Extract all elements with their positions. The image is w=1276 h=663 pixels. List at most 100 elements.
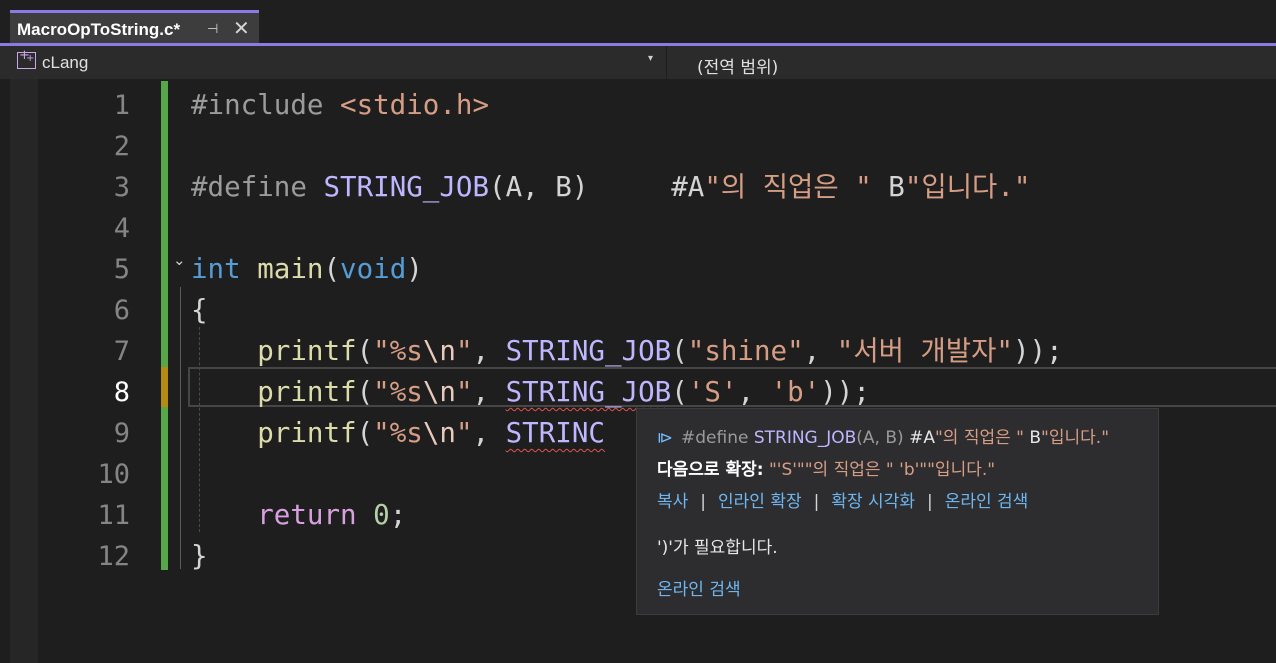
punct: ( [323, 253, 341, 285]
string-literal: "입니다." [904, 171, 1031, 203]
keyword-return: return [257, 499, 357, 531]
code-line[interactable]: int main(void) [191, 249, 1063, 290]
string-literal: "의 직업은 " [704, 171, 872, 203]
change-tracking-bar [161, 81, 168, 570]
punct: ( [671, 376, 688, 408]
line-number-gutter: 1 2 3 4 5 6 7 8 9 10 11 12 [60, 85, 130, 577]
define-keyword: #define [681, 428, 754, 448]
brace-open: { [191, 294, 208, 326]
line-number: 6 [113, 295, 130, 326]
punct: ( [356, 335, 374, 367]
macro-name: STRING_JOB [323, 171, 490, 203]
inline-expand-link[interactable]: 인라인 확장 [718, 492, 802, 512]
copy-link[interactable]: 복사 [657, 492, 688, 512]
keyword-int: int [191, 253, 241, 285]
keyword-void: void [340, 253, 407, 285]
line-number: 4 [113, 213, 130, 244]
punct: ( [356, 376, 374, 408]
char-literal: 'S' [687, 376, 738, 408]
macro-expansion: 다음으로 확장: "'S'""의 직업은 " 'b'""입니다." [657, 455, 995, 480]
function-call: printf [257, 376, 357, 408]
macro-params: (A, B) [856, 428, 910, 448]
chevron-down-icon[interactable]: ▾ [648, 53, 653, 64]
stringize-a: #A [909, 428, 935, 448]
directive-define: #define [191, 171, 307, 203]
search-online-link[interactable]: 온라인 검색 [657, 580, 741, 600]
punct: )); [820, 376, 870, 408]
format-string: "%s [373, 417, 423, 449]
error-message: ')'가 필요합니다. [657, 538, 778, 558]
tab-strip: MacroOpToString.c* ⊣ ✕ [0, 0, 1276, 46]
punct: )); [1012, 335, 1063, 367]
line-number-active: 8 [113, 377, 130, 408]
escape-sequence: \n [422, 417, 456, 449]
escape-sequence: \n [422, 376, 456, 408]
escape-sequence: \n [422, 335, 456, 367]
macro-definition: ⧐ #define STRING_JOB(A, B) #A"의 직업은 " B"입… [657, 423, 1109, 448]
punct: ) [406, 253, 423, 285]
action-separator: | [700, 492, 707, 512]
macro-call-error[interactable]: STRING_JOB [506, 376, 672, 408]
macro-icon: ⧐ [657, 428, 673, 447]
punct: , [472, 335, 506, 367]
quick-info-tooltip: ⧐ #define STRING_JOB(A, B) #A"의 직업은 " B"입… [636, 408, 1159, 615]
punct: , [803, 335, 837, 367]
expansion-value: "'S'""의 직업은 " 'b'""입니다." [763, 460, 996, 480]
string-literal: "입니다." [1041, 428, 1110, 448]
include-header: <stdio.h> [340, 89, 490, 121]
macro-call: STRING_JOB [505, 335, 672, 367]
char-literal: 'b' [770, 376, 821, 408]
project-icon [17, 48, 36, 69]
string-literal: "shine" [687, 335, 804, 367]
punct: ( [671, 335, 688, 367]
code-line[interactable]: #include <stdio.h> [191, 85, 1063, 126]
code-line[interactable]: #define STRING_JOB(A, B) #A"의 직업은 " B"입니… [191, 167, 1063, 208]
line-number: 12 [97, 541, 130, 572]
error-search-online-link[interactable]: 온라인 검색 [657, 575, 741, 600]
format-string: "%s [373, 335, 423, 367]
line-number: 5 [113, 254, 130, 285]
expansion-label: 다음으로 확장: [657, 460, 764, 480]
line-number: 3 [113, 172, 130, 203]
string-literal: "서버 개발자" [836, 335, 1013, 367]
action-separator: | [813, 492, 820, 512]
tab-macro-op-to-string[interactable]: MacroOpToString.c* ⊣ ✕ [10, 10, 259, 46]
string-literal: "의 직업은 " [934, 428, 1024, 448]
format-string: " [455, 417, 473, 449]
format-string: " [455, 335, 473, 367]
close-icon[interactable]: ✕ [233, 16, 250, 40]
project-selector[interactable]: cLang [42, 53, 88, 73]
code-line[interactable]: { [191, 290, 1063, 331]
navigation-bar: cLang ▾ (전역 범위) [0, 46, 1276, 79]
search-online-link[interactable]: 온라인 검색 [945, 492, 1029, 512]
code-line[interactable]: printf("%s\n", STRING_JOB("shine", "서버 개… [191, 331, 1063, 372]
directive-include: #include [191, 89, 324, 121]
brace-close: } [191, 540, 208, 572]
punct: , [737, 376, 771, 408]
change-tracking-bar-modified [161, 367, 168, 407]
code-line[interactable] [191, 126, 1063, 167]
punct: ( [356, 417, 374, 449]
punct: , [472, 417, 506, 449]
action-separator: | [926, 492, 933, 512]
punct: , [472, 376, 506, 408]
indicator-margin[interactable] [10, 79, 38, 663]
format-string: " [455, 376, 473, 408]
code-line-active[interactable]: printf("%s\n", STRING_JOB('S', 'b')); [191, 372, 1063, 413]
format-string: "%s [373, 376, 423, 408]
macro-params: (A, B) [489, 171, 589, 203]
scope-selector[interactable]: (전역 범위) [697, 53, 778, 78]
macro-call-error[interactable]: STRINC [506, 417, 605, 449]
code-line[interactable] [191, 208, 1063, 249]
visualize-expansion-link[interactable]: 확장 시각화 [831, 492, 915, 512]
fold-collapse-icon[interactable]: ⌄ [173, 251, 186, 269]
macro-name: STRING_JOB [753, 428, 857, 448]
number-literal: 0 [373, 499, 390, 531]
pin-icon[interactable]: ⊣ [207, 22, 218, 37]
line-number: 7 [113, 336, 130, 367]
